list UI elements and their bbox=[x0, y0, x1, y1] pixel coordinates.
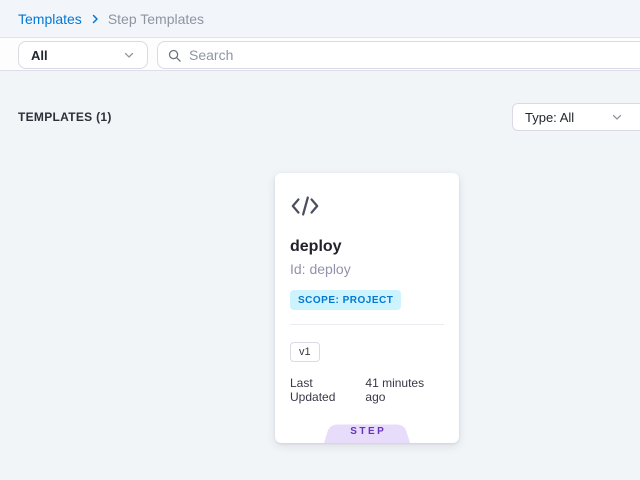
chevron-down-icon bbox=[123, 49, 135, 61]
breadcrumb-current: Step Templates bbox=[108, 11, 204, 27]
template-type-tag: STEP bbox=[324, 421, 410, 443]
scope-filter-value: All bbox=[31, 48, 48, 63]
template-card-deploy[interactable]: deploy Id: deploy SCOPE: PROJECT v1 Last… bbox=[275, 173, 459, 443]
scope-filter-dropdown[interactable]: All bbox=[18, 41, 148, 69]
last-updated-label: Last Updated bbox=[290, 376, 358, 404]
search-input[interactable] bbox=[189, 47, 636, 63]
template-id: Id: deploy bbox=[290, 261, 444, 277]
template-title: deploy bbox=[290, 238, 444, 256]
last-updated-value: 41 minutes ago bbox=[365, 376, 444, 404]
type-filter-value: Type: All bbox=[525, 110, 574, 125]
step-templates-page: Templates Step Templates All TEMPLATES (… bbox=[0, 0, 640, 480]
version-chip: v1 bbox=[290, 342, 320, 362]
templates-content: TEMPLATES (1) Type: All deploy Id: deplo… bbox=[0, 72, 640, 480]
code-icon bbox=[290, 194, 320, 218]
templates-count-heading: TEMPLATES (1) bbox=[18, 110, 112, 124]
search-box bbox=[157, 41, 640, 69]
type-filter-dropdown[interactable]: Type: All bbox=[512, 103, 640, 131]
type-tag-label: STEP bbox=[324, 426, 410, 437]
scope-badge: SCOPE: PROJECT bbox=[290, 290, 401, 310]
chevron-right-icon bbox=[89, 13, 101, 25]
breadcrumb: Templates Step Templates bbox=[0, 0, 640, 37]
last-updated-row: Last Updated 41 minutes ago bbox=[290, 376, 444, 404]
search-icon bbox=[167, 48, 182, 63]
breadcrumb-templates-link[interactable]: Templates bbox=[18, 11, 82, 27]
filter-toolbar: All bbox=[0, 37, 640, 71]
chevron-down-icon bbox=[611, 111, 623, 123]
card-divider bbox=[290, 324, 444, 325]
